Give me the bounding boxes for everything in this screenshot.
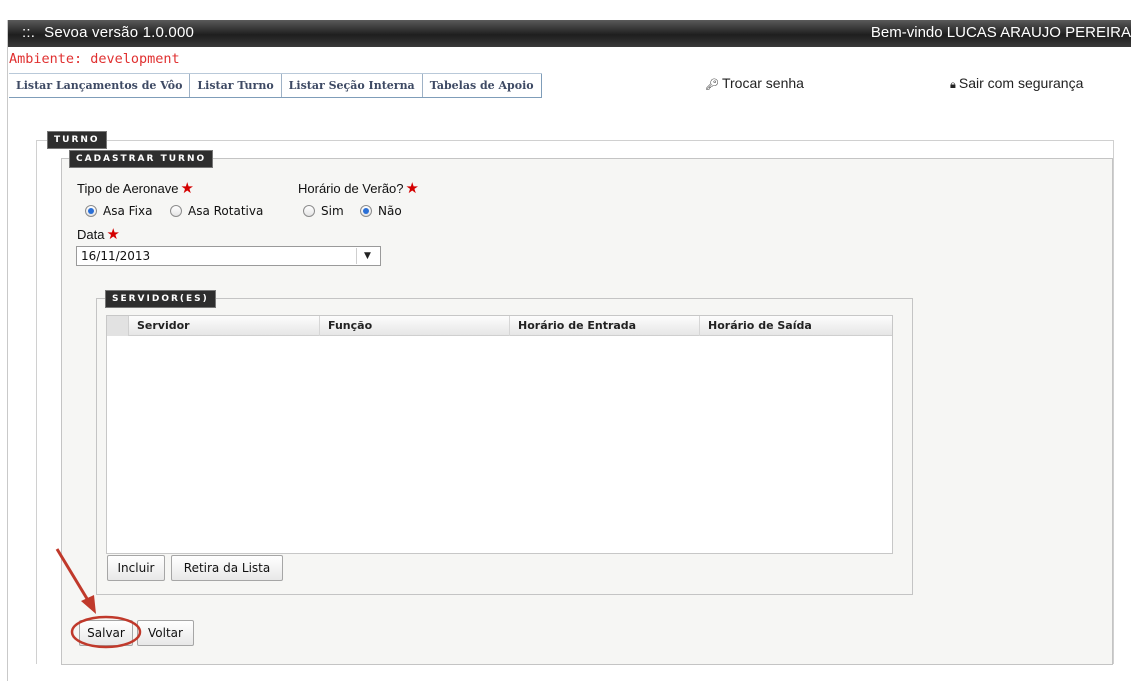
date-value: 16/11/2013 xyxy=(81,249,151,263)
radio-sim[interactable]: Sim xyxy=(303,204,344,218)
radio-asa-fixa[interactable]: Asa Fixa xyxy=(85,204,152,218)
key-icon: 🔑︎ xyxy=(705,79,719,91)
turno-legend: TURNO xyxy=(47,131,107,149)
column-header-funcao[interactable]: Função xyxy=(320,316,510,336)
change-password-link[interactable]: 🔑︎ Trocar senha xyxy=(705,75,804,91)
environment-label: Ambiente: development xyxy=(9,51,180,67)
date-label: Data ★ xyxy=(77,227,120,242)
servidores-legend: SERVIDOR(ES) xyxy=(105,290,216,308)
required-star-icon: ★ xyxy=(106,226,120,243)
header-prefix: ::. xyxy=(22,24,36,41)
add-server-button[interactable]: Incluir xyxy=(107,555,165,581)
column-header-horario-saida[interactable]: Horário de Saída xyxy=(700,316,892,336)
menu-item-listar-secao-interna[interactable]: Listar Seção Interna xyxy=(282,74,423,97)
change-password-label: Trocar senha xyxy=(721,75,804,91)
save-button[interactable]: Salvar xyxy=(79,620,133,646)
radio-selected-icon xyxy=(85,205,97,217)
row-selector-header xyxy=(107,316,129,336)
back-button[interactable]: Voltar xyxy=(137,620,194,646)
radio-asa-rotativa-label: Asa Rotativa xyxy=(188,204,264,218)
servers-table-header: Servidor Função Horário de Entrada Horár… xyxy=(107,316,892,336)
aircraft-type-label-text: Tipo de Aeronave xyxy=(77,181,179,196)
date-select[interactable]: 16/11/2013 ▼ xyxy=(76,246,381,266)
app-header-bar: ::. Sevoa versão 1.0.000 Bem-vindo LUCAS … xyxy=(8,20,1131,47)
summer-time-label: Horário de Verão? ★ xyxy=(298,181,419,196)
radio-asa-rotativa[interactable]: Asa Rotativa xyxy=(170,204,263,218)
summer-time-label-text: Horário de Verão? xyxy=(298,181,404,196)
app-title: ::. Sevoa versão 1.0.000 xyxy=(22,24,194,41)
required-star-icon: ★ xyxy=(405,180,419,197)
menu-item-tabelas-de-apoio[interactable]: Tabelas de Apoio xyxy=(423,74,542,97)
logout-link[interactable]: 🔒︎ Sair com segurança xyxy=(950,75,1083,92)
welcome-text: Bem-vindo LUCAS ARAUJO PEREIRA xyxy=(870,24,1131,41)
cadastrar-turno-legend: CADASTRAR TURNO xyxy=(68,150,214,168)
radio-nao-label: Não xyxy=(378,204,402,218)
menu-item-listar-turno[interactable]: Listar Turno xyxy=(190,74,282,97)
dropdown-arrow-icon[interactable]: ▼ xyxy=(356,248,378,264)
lock-icon: 🔒︎ xyxy=(950,79,956,91)
radio-sim-label: Sim xyxy=(321,204,344,218)
servers-table[interactable]: Servidor Função Horário de Entrada Horár… xyxy=(106,315,893,554)
radio-nao[interactable]: Não xyxy=(360,204,402,218)
remove-server-button[interactable]: Retira da Lista xyxy=(171,555,283,581)
aircraft-type-label: Tipo de Aeronave ★ xyxy=(77,181,194,196)
radio-selected-icon xyxy=(360,205,372,217)
required-star-icon: ★ xyxy=(180,180,194,197)
radio-unselected-icon xyxy=(170,205,182,217)
column-header-horario-entrada[interactable]: Horário de Entrada xyxy=(510,316,700,336)
app-title-text: Sevoa versão 1.0.000 xyxy=(44,24,195,41)
main-menu: Listar Lançamentos de Vôo Listar Turno L… xyxy=(9,73,542,98)
radio-unselected-icon xyxy=(303,205,315,217)
date-label-text: Data xyxy=(77,227,105,242)
left-border xyxy=(0,20,8,681)
radio-asa-fixa-label: Asa Fixa xyxy=(103,204,153,218)
menu-item-listar-lancamentos[interactable]: Listar Lançamentos de Vôo xyxy=(9,74,191,97)
column-header-servidor[interactable]: Servidor xyxy=(129,316,320,336)
logout-label: Sair com segurança xyxy=(958,75,1084,91)
